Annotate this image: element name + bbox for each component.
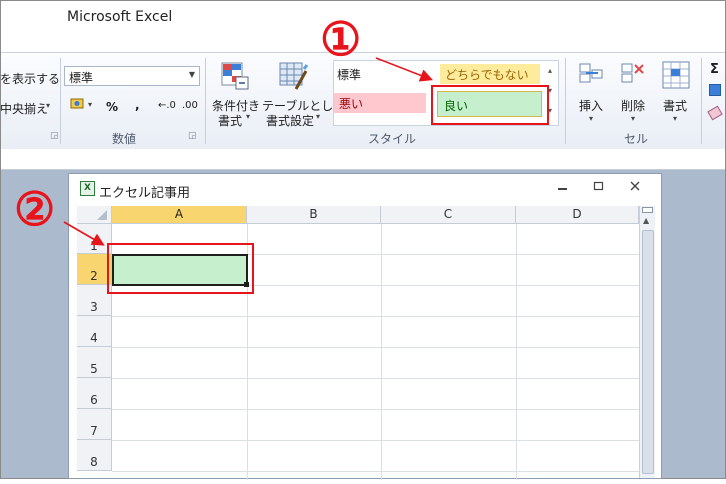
workbook-window: X エクセル記事用 A B C D 1 2 3 4 5 6 7 8 ▲ <box>68 173 662 480</box>
chevron-down-icon[interactable]: ▾ <box>673 114 677 123</box>
chevron-down-icon[interactable]: ▾ <box>589 114 593 123</box>
grid-line <box>112 347 639 348</box>
style-good[interactable]: 良い <box>437 91 542 117</box>
row-header-8[interactable]: 8 <box>77 440 112 471</box>
row-header-6[interactable]: 6 <box>77 378 112 409</box>
vertical-scrollbar[interactable]: ▲ <box>639 206 655 478</box>
callout-number-two: ② <box>14 182 56 236</box>
conditional-format-label-2[interactable]: 書式 <box>218 112 242 129</box>
grid-line <box>112 316 639 317</box>
currency-format-icon[interactable] <box>70 97 86 111</box>
increase-decimal-button[interactable]: ←.0 <box>158 100 176 111</box>
chevron-down-icon[interactable]: ▾ <box>316 112 320 121</box>
delete-cells-label[interactable]: 削除 <box>621 97 645 114</box>
format-as-table-label-2[interactable]: 書式設定 <box>266 112 314 129</box>
style-bad[interactable]: 悪い <box>334 93 426 113</box>
row-header-4[interactable]: 4 <box>77 316 112 347</box>
grid-line <box>112 471 639 472</box>
style-neutral[interactable]: どちらでもない <box>440 64 540 84</box>
merge-center-button[interactable]: 中央揃え <box>0 100 48 117</box>
number-format-dropdown[interactable]: 標準 ▼ <box>64 66 200 86</box>
column-header-d[interactable]: D <box>516 206 639 224</box>
group-separator <box>565 58 566 144</box>
scroll-up-icon[interactable]: ▲ <box>643 216 649 225</box>
workbook-title: エクセル記事用 <box>99 186 191 201</box>
callout-arrow-two <box>63 221 105 246</box>
comma-button[interactable]: , <box>135 98 140 112</box>
column-header-a[interactable]: A <box>112 206 247 224</box>
percent-button[interactable]: % <box>106 100 118 114</box>
formula-bar[interactable] <box>1 149 725 170</box>
callout-arrow-one <box>375 57 433 82</box>
callout-number-one: ① <box>320 12 362 66</box>
column-header-b[interactable]: B <box>247 206 381 224</box>
group-separator <box>701 58 702 144</box>
gallery-more-icon[interactable]: ▾ <box>548 106 552 115</box>
chevron-down-icon: ▼ <box>188 70 195 79</box>
format-cells-icon[interactable] <box>661 60 691 90</box>
workbook-title-bar: X エクセル記事用 <box>69 174 661 204</box>
scroll-thumb[interactable] <box>642 230 654 474</box>
autosum-button[interactable]: Σ <box>710 62 719 77</box>
number-dialog-launcher-icon[interactable]: ◲ <box>188 131 197 141</box>
format-as-table-icon[interactable] <box>278 61 309 91</box>
grid-line <box>381 224 382 480</box>
grid-line <box>112 440 639 441</box>
number-group-label: 数値 <box>112 132 137 146</box>
close-icon[interactable] <box>629 180 641 195</box>
format-cells-label[interactable]: 書式 <box>663 97 687 114</box>
grid-line <box>112 409 639 410</box>
column-header-c[interactable]: C <box>381 206 516 224</box>
cells-group-label: セル <box>624 132 649 146</box>
group-separator <box>60 58 61 144</box>
split-box-icon[interactable] <box>642 207 653 213</box>
minimize-icon[interactable] <box>557 180 569 195</box>
conditional-format-icon[interactable] <box>220 61 250 91</box>
gallery-scroll-down-icon[interactable]: ▾ <box>548 86 552 95</box>
insert-cells-label[interactable]: 挿入 <box>579 97 603 114</box>
group-separator <box>205 58 206 144</box>
insert-cells-icon[interactable] <box>578 62 604 88</box>
styles-group-label: スタイル <box>368 132 417 146</box>
wrap-text-button[interactable]: を表示する <box>0 70 60 87</box>
title-bar: Microsoft Excel <box>1 1 725 51</box>
gallery-scroll-up-icon[interactable]: ▴ <box>548 66 552 75</box>
decrease-decimal-button[interactable]: .00 <box>182 100 198 111</box>
chevron-down-icon[interactable]: ▾ <box>631 114 635 123</box>
number-format-value: 標準 <box>69 71 94 85</box>
chevron-down-icon[interactable]: ▾ <box>46 101 50 110</box>
chevron-down-icon[interactable]: ▾ <box>88 100 92 109</box>
chevron-down-icon[interactable]: ▾ <box>246 112 250 121</box>
alignment-dialog-launcher-icon[interactable]: ◲ <box>50 131 59 141</box>
row-header-7[interactable]: 7 <box>77 409 112 440</box>
grid-line <box>112 378 639 379</box>
excel-file-icon: X <box>80 181 95 196</box>
restore-icon[interactable] <box>593 180 605 195</box>
row-header-5[interactable]: 5 <box>77 347 112 378</box>
fill-icon[interactable] <box>709 84 721 96</box>
delete-cells-icon[interactable] <box>620 62 646 88</box>
app-title: Microsoft Excel <box>67 9 173 25</box>
highlight-box-cell <box>107 243 254 294</box>
grid-line <box>516 224 517 480</box>
style-normal[interactable]: 標準 <box>337 66 361 83</box>
